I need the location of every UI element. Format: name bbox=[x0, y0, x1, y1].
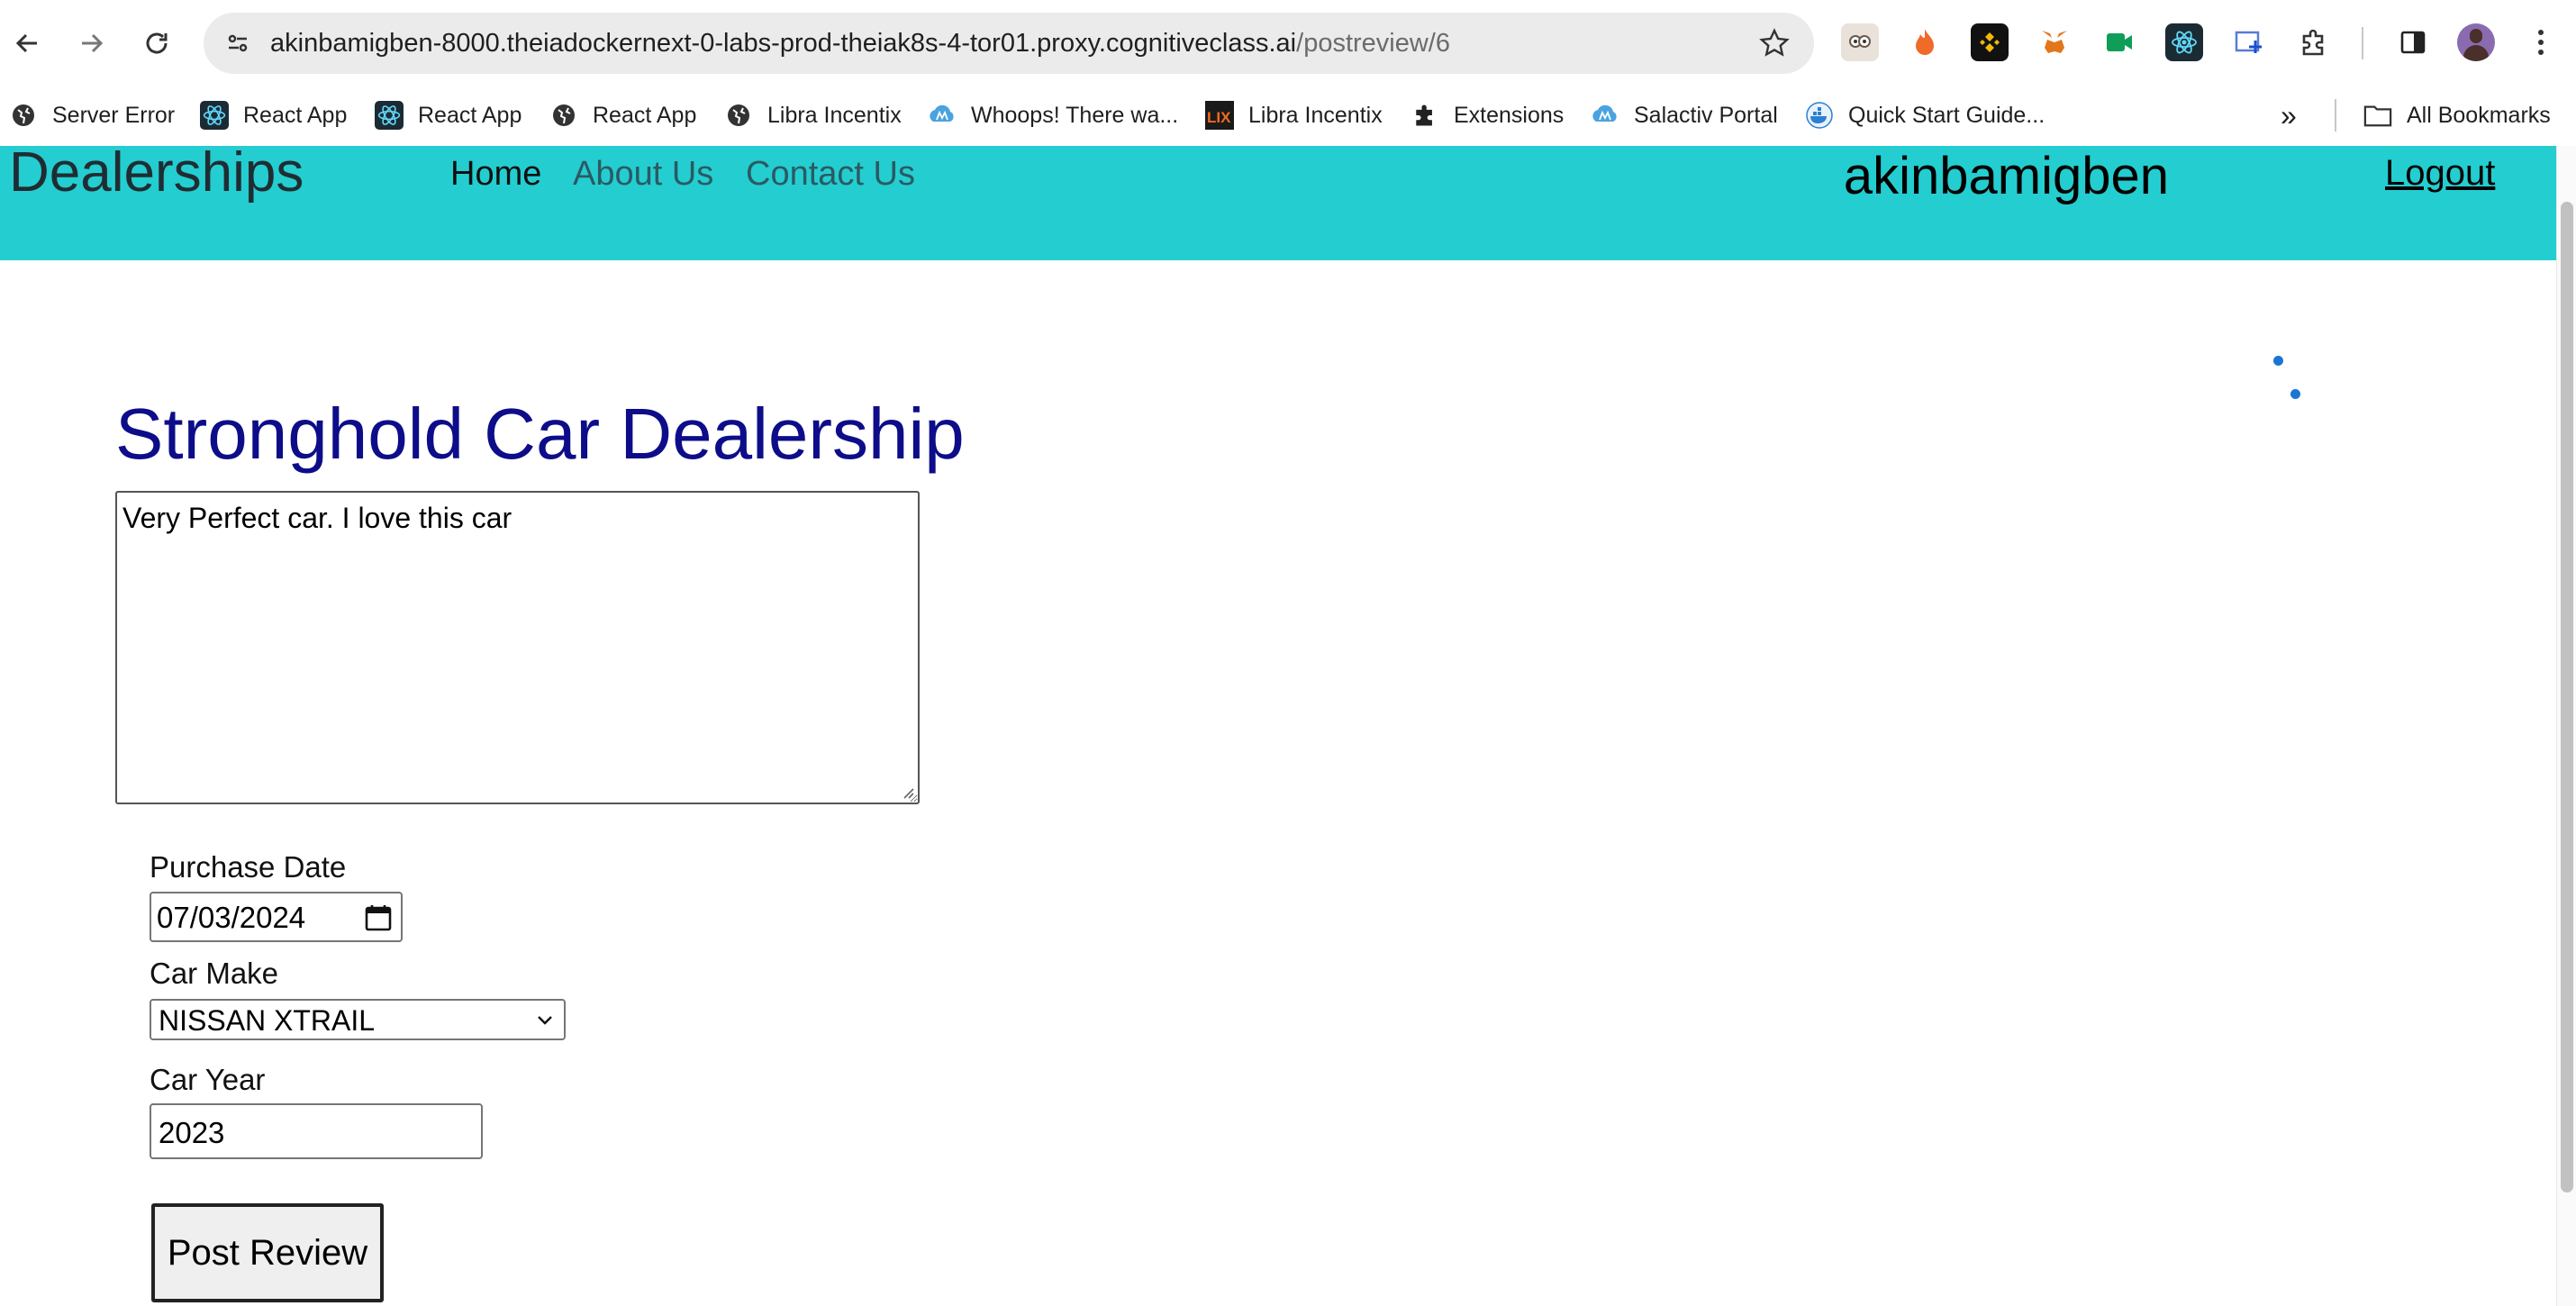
logout-link[interactable]: Logout bbox=[2385, 153, 2495, 194]
post-review-button[interactable]: Post Review bbox=[151, 1203, 384, 1302]
menu-kebab-icon[interactable] bbox=[2522, 23, 2560, 61]
extension-metamask-icon[interactable] bbox=[2036, 23, 2073, 61]
bookmarks-bar: Server Error React App React App React A… bbox=[0, 86, 2576, 146]
bookmark-label: React App bbox=[593, 102, 697, 128]
dealer-title: Stronghold Car Dealership bbox=[115, 394, 965, 474]
globe-icon bbox=[549, 101, 578, 130]
bookmark-star-icon[interactable] bbox=[1755, 23, 1794, 63]
bookmark-label: Extensions bbox=[1454, 102, 1565, 128]
cloud-icon bbox=[1591, 101, 1619, 130]
bookmark-item[interactable]: React App bbox=[375, 95, 522, 135]
url-host: akinbamigben-8000.theiadockernext-0-labs… bbox=[270, 29, 1297, 58]
bookmark-item[interactable]: Whoops! There wa... bbox=[928, 95, 1178, 135]
bookmark-item[interactable]: Quick Start Guide... bbox=[1805, 95, 2045, 135]
purchase-date-value: 07/03/2024 bbox=[157, 901, 306, 934]
loading-dot bbox=[2290, 389, 2300, 399]
lix-icon: LIX bbox=[1205, 101, 1234, 130]
car-make-select[interactable]: NISSAN XTRAIL bbox=[150, 999, 566, 1040]
all-bookmarks-label: All Bookmarks bbox=[2407, 102, 2551, 128]
scrollbar-thumb[interactable] bbox=[2561, 202, 2573, 1193]
bookmark-item[interactable]: LIX Libra Incentix bbox=[1205, 95, 1383, 135]
purchase-date-label: Purchase Date bbox=[150, 850, 347, 884]
bookmark-label: Libra Incentix bbox=[1248, 102, 1383, 128]
reload-button[interactable] bbox=[130, 16, 184, 70]
extension-react-icon[interactable] bbox=[2165, 23, 2203, 61]
extension-flame-icon[interactable] bbox=[1906, 23, 1944, 61]
profile-avatar[interactable] bbox=[2457, 23, 2495, 61]
svg-text:LIX: LIX bbox=[1207, 109, 1231, 126]
arrow-right-icon bbox=[82, 33, 104, 53]
all-bookmarks-button[interactable]: All Bookmarks bbox=[2363, 95, 2551, 135]
extension-owl-icon[interactable] bbox=[1841, 23, 1879, 61]
bookmark-item[interactable]: Salactiv Portal bbox=[1591, 95, 1778, 135]
page-scrollbar[interactable] bbox=[2556, 146, 2576, 1306]
car-year-input[interactable]: 2023 bbox=[150, 1103, 483, 1159]
bookmark-label: Salactiv Portal bbox=[1634, 102, 1778, 128]
bookmark-label: Quick Start Guide... bbox=[1848, 102, 2045, 128]
bookmark-item[interactable]: Libra Incentix bbox=[724, 95, 902, 135]
bookmark-item[interactable]: Server Error bbox=[9, 95, 175, 135]
address-bar[interactable]: akinbamigben-8000.theiadockernext-0-labs… bbox=[204, 13, 1814, 74]
page-viewport: Dealerships Home About Us Contact Us aki… bbox=[0, 146, 2556, 1306]
car-make-value: NISSAN XTRAIL bbox=[159, 1004, 376, 1037]
puzzle-icon bbox=[1410, 101, 1439, 130]
arrow-left-icon bbox=[15, 33, 37, 53]
nav-contact[interactable]: Contact Us bbox=[746, 155, 915, 194]
bookmarks-divider bbox=[2335, 99, 2336, 132]
url-text: akinbamigben-8000.theiadockernext-0-labs… bbox=[270, 29, 1450, 59]
globe-icon bbox=[9, 101, 38, 130]
car-year-label: Car Year bbox=[150, 1063, 266, 1096]
bookmark-label: React App bbox=[418, 102, 522, 128]
nav-about[interactable]: About Us bbox=[573, 155, 713, 194]
review-textarea[interactable]: Very Perfect car. I love this car bbox=[115, 491, 920, 804]
resize-grip-icon[interactable] bbox=[899, 784, 915, 800]
site-info-icon[interactable] bbox=[220, 25, 256, 61]
globe-icon bbox=[724, 101, 753, 130]
purchase-date-input[interactable]: 07/03/2024 bbox=[150, 892, 403, 942]
username-display: akinbamigben bbox=[1843, 147, 2169, 205]
calendar-icon[interactable] bbox=[363, 902, 394, 933]
more-bookmarks-button[interactable]: » bbox=[2281, 95, 2297, 135]
react-icon bbox=[200, 101, 229, 130]
browser-toolbar: akinbamigben-8000.theiadockernext-0-labs… bbox=[0, 0, 2576, 86]
react-icon bbox=[375, 101, 404, 130]
bookmark-label: Whoops! There wa... bbox=[971, 102, 1179, 128]
nav-home[interactable]: Home bbox=[450, 155, 541, 194]
toolbar-divider bbox=[2362, 27, 2363, 59]
bookmark-label: Server Error bbox=[52, 102, 176, 128]
chevron-double-right-icon: » bbox=[2281, 98, 2297, 132]
url-path: /postreview/6 bbox=[1296, 29, 1450, 58]
folder-icon bbox=[2363, 101, 2392, 130]
extensions-puzzle-icon[interactable] bbox=[2295, 23, 2333, 61]
extension-binance-icon[interactable] bbox=[1971, 23, 2009, 61]
brand-title[interactable]: Dealerships bbox=[9, 146, 304, 204]
extension-meet-icon[interactable] bbox=[2100, 23, 2138, 61]
forward-button[interactable] bbox=[65, 16, 119, 70]
chevron-down-icon bbox=[538, 1016, 552, 1025]
loading-dot bbox=[2273, 356, 2283, 366]
car-year-value: 2023 bbox=[159, 1116, 225, 1149]
side-panel-icon[interactable] bbox=[2394, 23, 2432, 61]
bookmark-item[interactable]: React App bbox=[200, 95, 347, 135]
bookmark-item[interactable]: Extensions bbox=[1410, 95, 1564, 135]
car-make-label: Car Make bbox=[150, 957, 279, 990]
bookmark-item[interactable]: React App bbox=[549, 95, 696, 135]
back-button[interactable] bbox=[0, 16, 54, 70]
site-header: Dealerships Home About Us Contact Us aki… bbox=[0, 146, 2556, 260]
bookmark-label: Libra Incentix bbox=[767, 102, 902, 128]
cloud-icon bbox=[928, 101, 957, 130]
extension-screen-add-icon[interactable] bbox=[2230, 23, 2268, 61]
reload-icon bbox=[146, 32, 168, 54]
docker-icon bbox=[1805, 101, 1834, 130]
bookmark-label: React App bbox=[243, 102, 348, 128]
